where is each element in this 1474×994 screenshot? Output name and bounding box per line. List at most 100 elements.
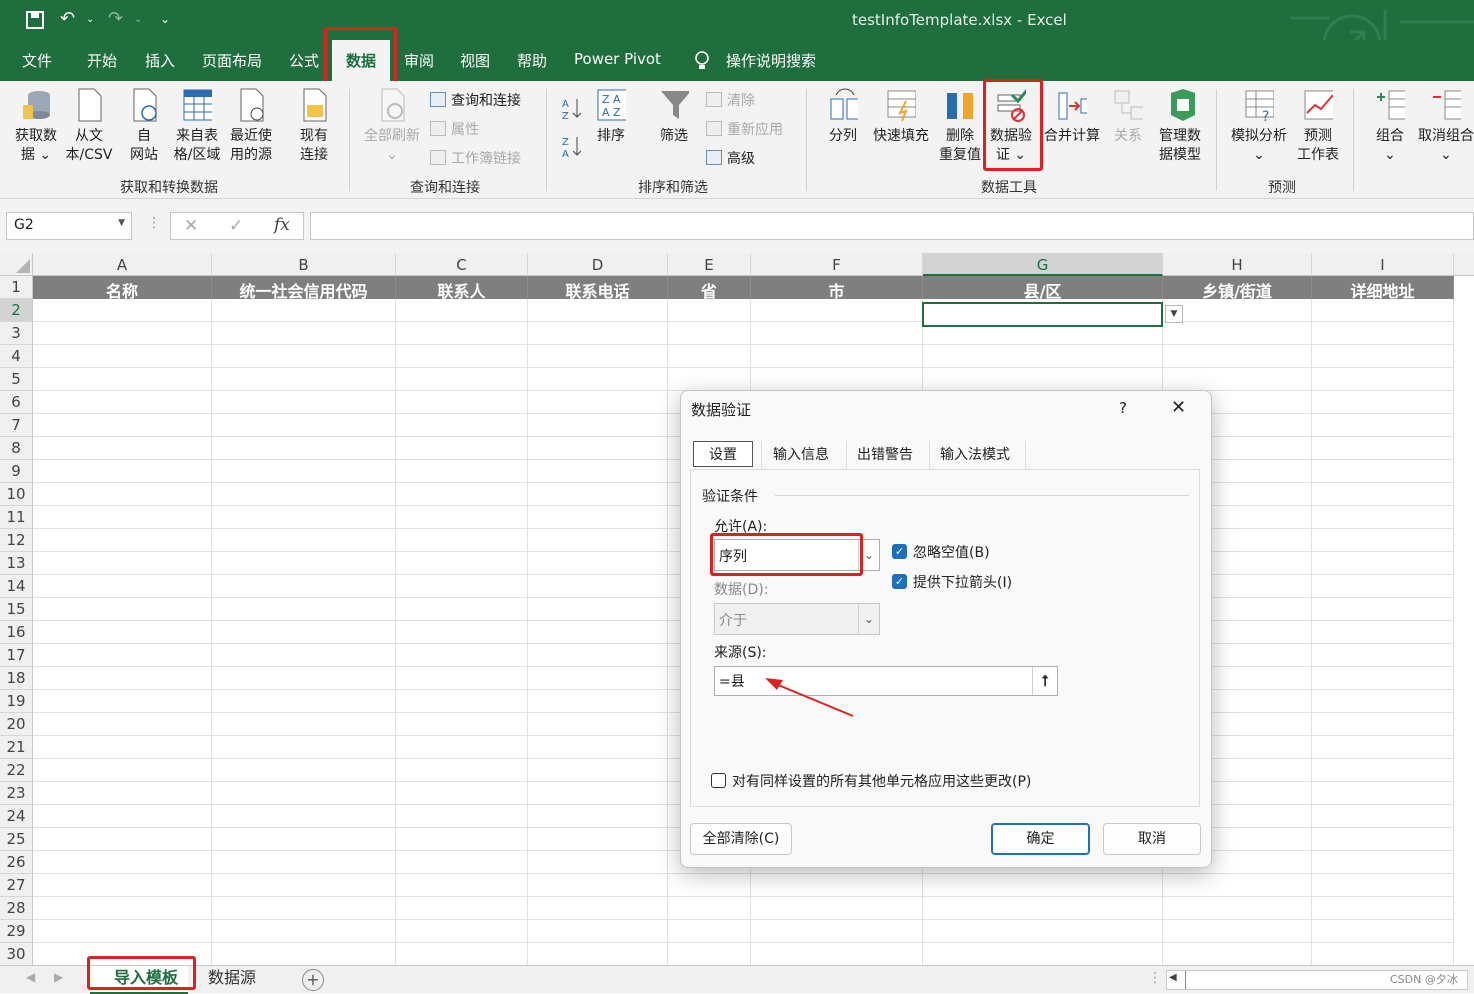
column-header-g[interactable]: G	[923, 253, 1163, 276]
cancel-entry-icon[interactable]: ✕	[184, 216, 198, 236]
scroll-left-icon[interactable]: ◀	[26, 970, 35, 984]
remove-duplicates-button[interactable]: 删除 重复值	[936, 87, 984, 165]
text-to-columns-button[interactable]: 分列	[822, 87, 864, 146]
data-select[interactable]: 介于 ⌄	[714, 603, 880, 635]
sort-button[interactable]: Z AA Z 排序	[590, 87, 632, 146]
row-header[interactable]: 29	[0, 920, 33, 943]
row-header[interactable]: 7	[0, 414, 33, 437]
column-header-h[interactable]: H	[1163, 253, 1312, 276]
row-header[interactable]: 15	[0, 598, 33, 621]
row-header[interactable]: 13	[0, 552, 33, 575]
clear-all-button[interactable]: 全部清除(C)	[690, 823, 792, 855]
scroll-right-icon[interactable]: ▶	[54, 970, 63, 984]
row-header[interactable]: 4	[0, 345, 33, 368]
from-text-csv-button[interactable]: 从文 本/CSV	[62, 87, 116, 165]
tab-page-layout[interactable]: 页面布局	[202, 50, 262, 71]
row-header[interactable]: 14	[0, 575, 33, 598]
refresh-all-button[interactable]: 全部刷新 ⌄	[359, 87, 425, 165]
save-icon[interactable]	[26, 11, 44, 29]
row-header[interactable]: 11	[0, 506, 33, 529]
row-header[interactable]: 10	[0, 483, 33, 506]
apply-to-all-checkbox[interactable]	[711, 773, 726, 788]
chevron-down-icon[interactable]: ⌄	[858, 604, 879, 634]
row-header[interactable]: 6	[0, 391, 33, 414]
header-cell-county[interactable]: 县/区	[923, 276, 1163, 301]
forecast-sheet-button[interactable]: 预测 工作表	[1294, 87, 1342, 165]
sort-descending-icon[interactable]: ZA	[561, 133, 583, 159]
queries-connections-button[interactable]: 查询和连接	[430, 90, 521, 110]
row-header[interactable]: 21	[0, 736, 33, 759]
range-select-icon[interactable]: ⭡	[1032, 667, 1057, 695]
recent-sources-button[interactable]: 最近使 用的源	[225, 87, 277, 165]
row-header[interactable]: 28	[0, 897, 33, 920]
sort-ascending-icon[interactable]: AZ	[561, 95, 583, 121]
header-cell-town[interactable]: 乡镇/街道	[1163, 276, 1312, 301]
column-header-f[interactable]: F	[751, 253, 923, 276]
column-header-a[interactable]: A	[33, 253, 212, 276]
row-header[interactable]: 17	[0, 644, 33, 667]
existing-connections-button[interactable]: 现有 连接	[292, 87, 336, 165]
tab-view[interactable]: 视图	[460, 50, 490, 71]
tab-home[interactable]: 开始	[87, 50, 117, 71]
redo-icon[interactable]: ↷	[108, 8, 123, 29]
row-header[interactable]: 8	[0, 437, 33, 460]
row-header[interactable]: 1	[0, 276, 33, 299]
header-cell-contact[interactable]: 联系人	[396, 276, 528, 301]
name-box[interactable]: G2 ▼	[6, 212, 132, 240]
row-header[interactable]: 9	[0, 460, 33, 483]
in-cell-dropdown-checkbox[interactable]: ✓	[892, 574, 907, 589]
workbook-links-button[interactable]: 工作簿链接	[430, 148, 521, 168]
flash-fill-button[interactable]: 快速填充	[868, 87, 934, 146]
row-header[interactable]: 12	[0, 529, 33, 552]
filter-button[interactable]: 筛选	[652, 87, 696, 146]
from-table-range-button[interactable]: 来自表 格/区域	[168, 87, 226, 165]
column-header-e[interactable]: E	[668, 253, 751, 276]
undo-icon[interactable]: ↶	[60, 8, 75, 29]
tab-settings[interactable]: 设置	[693, 441, 753, 467]
tell-me-search[interactable]: 操作说明搜索	[726, 50, 816, 71]
cell-dropdown-arrow-icon[interactable]: ▼	[1165, 305, 1183, 323]
tab-review[interactable]: 审阅	[404, 50, 434, 71]
row-header[interactable]: 27	[0, 874, 33, 897]
insert-function-icon[interactable]: fx	[274, 215, 290, 235]
select-all-corner[interactable]	[0, 253, 33, 276]
header-cell-credit-code[interactable]: 统一社会信用代码	[212, 276, 396, 301]
row-header[interactable]: 22	[0, 759, 33, 782]
column-header-c[interactable]: C	[396, 253, 528, 276]
row-header[interactable]: 18	[0, 667, 33, 690]
row-header[interactable]: 3	[0, 322, 33, 345]
tab-formulas[interactable]: 公式	[289, 50, 319, 71]
ungroup-button[interactable]: 取消组合 ⌄	[1414, 87, 1474, 165]
row-header[interactable]: 26	[0, 851, 33, 874]
header-cell-city[interactable]: 市	[751, 276, 923, 301]
formula-input[interactable]	[310, 212, 1474, 240]
tab-power-pivot[interactable]: Power Pivot	[574, 50, 661, 68]
tab-error-alert[interactable]: 出错警告	[849, 441, 921, 469]
tab-input-message[interactable]: 输入信息	[765, 441, 837, 469]
row-header[interactable]: 2	[0, 299, 33, 322]
column-header-i[interactable]: I	[1312, 253, 1454, 276]
reapply-button[interactable]: 重新应用	[706, 119, 783, 139]
header-cell-province[interactable]: 省	[668, 276, 751, 301]
customize-qat-icon[interactable]: ⌄	[160, 12, 170, 26]
row-header[interactable]: 25	[0, 828, 33, 851]
tab-insert[interactable]: 插入	[145, 50, 175, 71]
row-header[interactable]: 19	[0, 690, 33, 713]
close-button[interactable]: ✕	[1171, 397, 1186, 418]
row-header[interactable]: 5	[0, 368, 33, 391]
tab-file[interactable]: 文件	[22, 50, 52, 71]
help-button[interactable]: ?	[1119, 399, 1127, 417]
clear-filter-button[interactable]: 清除	[706, 90, 755, 110]
tab-help[interactable]: 帮助	[517, 50, 547, 71]
hscroll-left-icon[interactable]: ◀	[1169, 972, 1177, 983]
row-header[interactable]: 24	[0, 805, 33, 828]
row-header[interactable]: 16	[0, 621, 33, 644]
selected-cell-g2[interactable]	[922, 302, 1163, 327]
add-sheet-button[interactable]: +	[302, 969, 324, 991]
column-header-next[interactable]	[1454, 253, 1474, 276]
header-cell-name[interactable]: 名称	[33, 276, 212, 301]
properties-button[interactable]: 属性	[430, 119, 479, 139]
relationships-button[interactable]: 关系	[1108, 87, 1148, 146]
sheet-tab-data-source[interactable]: 数据源	[198, 966, 266, 992]
row-header[interactable]: 30	[0, 943, 33, 966]
